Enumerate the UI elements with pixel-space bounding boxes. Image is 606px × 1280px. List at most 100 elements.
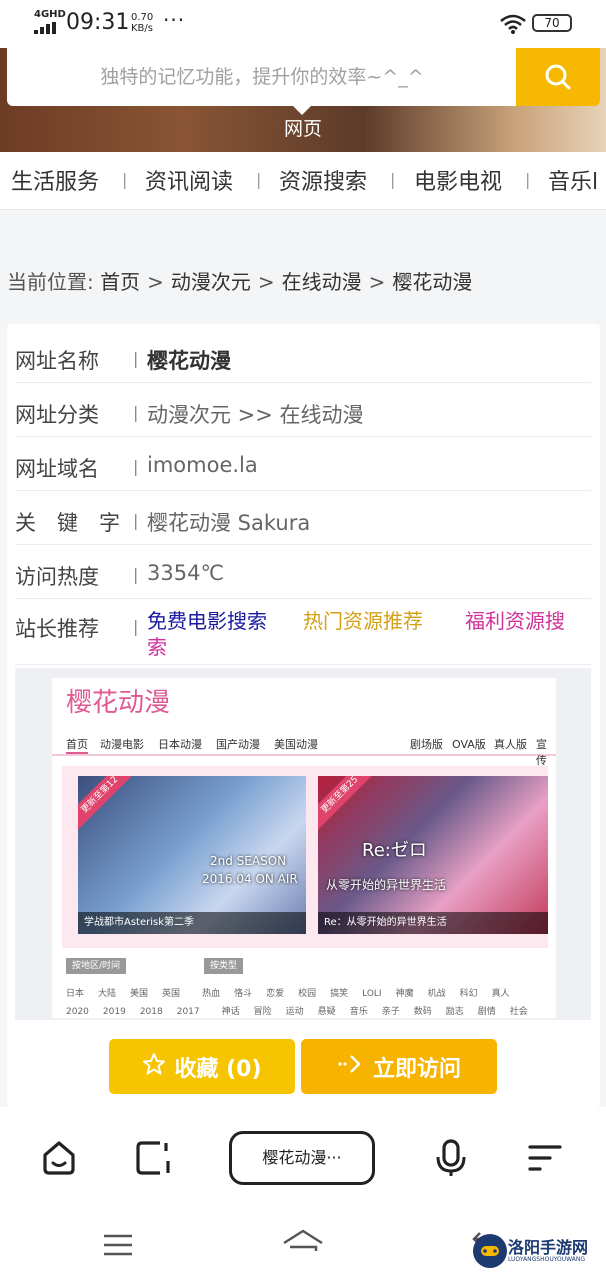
preview-grid-cell: 冒险	[253, 1007, 272, 1017]
info-row-domain: 网址域名 | imomoe.la	[15, 437, 591, 491]
recommend-link-movie-search[interactable]: 免费电影搜索	[147, 605, 267, 634]
preview-grid-cell: 剧情	[477, 1007, 496, 1017]
info-row-category: 网址分类 | 动漫次元 >> 在线动漫	[15, 383, 591, 437]
current-page-button[interactable]: 樱花动漫···	[229, 1131, 375, 1185]
status-bar: 4GHD 09:31 0.70 KB/s ··· 70	[0, 0, 606, 48]
browser-toolbar: 樱花动漫···	[0, 1107, 606, 1209]
recommend-link-hot-resources[interactable]: 热门资源推荐	[303, 605, 423, 634]
preview-grid-cell: 亲子	[381, 1007, 400, 1017]
info-row-name: 网址名称 | 樱花动漫	[15, 329, 591, 383]
row-value: 动漫次元 >> 在线动漫	[147, 403, 364, 427]
breadcrumb-prefix: 当前位置:	[7, 270, 94, 294]
row-label: 关 键 字	[15, 511, 120, 535]
preview-grid-cell: 科幻	[459, 989, 478, 999]
preview-grid-cell: 热血	[202, 989, 221, 999]
row-label: 网址名称	[15, 349, 99, 373]
preview-grid-cell: LOLI	[362, 989, 382, 999]
preview-grid-cell: 机战	[427, 989, 446, 999]
visit-button[interactable]: 立即访问	[301, 1039, 497, 1094]
preview-slide-2: 更新至第25 Re:ゼロ 从零开始的异世界生活 Re：从零开始的异世界生活	[318, 776, 548, 934]
arrow-right-icon	[337, 1052, 365, 1082]
gamepad-logo-icon	[473, 1234, 507, 1268]
preview-grid-cell: 社会	[509, 1007, 528, 1017]
favorite-button[interactable]: 收藏 (0)	[109, 1039, 295, 1094]
category-separator: |	[256, 170, 262, 189]
row-value: 3354℃	[147, 561, 225, 585]
category-resource-search[interactable]: 资源搜索	[279, 164, 367, 196]
breadcrumb-anime[interactable]: 动漫次元	[171, 270, 251, 294]
category-separator: |	[525, 170, 531, 189]
signal-icon	[34, 22, 56, 34]
row-value: imomoe.la	[147, 453, 258, 477]
preview-image: 樱花动漫 首页 动漫电影 日本动漫 国产动漫 美国动漫 剧场版 OVA版 真人版…	[52, 678, 556, 1018]
preview-grid-row: 日本 大陆 美国 英国 热血 恪斗 恋爱 校园 搞笑 LOLI 神魔 机战 科幻 真人	[66, 986, 524, 999]
preview-grid-cell: 2018	[139, 1007, 163, 1017]
row-label: 站长推荐	[15, 617, 99, 641]
category-news-reading[interactable]: 资讯阅读	[145, 164, 233, 196]
preview-slider: 更新至第12 2nd SEASON 2016.04 ON AIR 学战都市Ast…	[62, 766, 548, 948]
preview-grid-cell: 恪斗	[234, 989, 253, 999]
row-value: 樱花动漫	[147, 349, 231, 373]
recent-apps-icon[interactable]	[102, 1233, 134, 1257]
search-input[interactable]	[7, 48, 517, 106]
category-movies-tv[interactable]: 电影电视	[414, 164, 502, 196]
site-info-card: 网址名称 | 樱花动漫 网址分类 | 动漫次元 >> 在线动漫 网址域名 | i…	[7, 324, 600, 1107]
breadcrumb-home[interactable]: 首页	[100, 270, 140, 294]
preview-grid-cell: 数码	[413, 1007, 432, 1017]
preview-grid-cell: 悬疑	[317, 1007, 336, 1017]
network-type: 4GHD	[34, 9, 66, 20]
breadcrumb: 当前位置: 首页 > 动漫次元 > 在线动漫 > 樱花动漫	[7, 270, 473, 294]
row-label: 网址域名	[15, 457, 99, 481]
category-separator: |	[390, 170, 396, 189]
more-notifications-icon: ···	[163, 8, 186, 32]
recommend-link-welfare-search-cont[interactable]: 索	[147, 631, 167, 660]
favorite-label: 收藏 (0)	[174, 1056, 262, 1082]
preview-grid-cell: 神话	[221, 1007, 240, 1017]
info-row-keywords: 关 键 字 | 樱花动漫 Sakura	[15, 491, 591, 545]
visit-label: 立即访问	[372, 1056, 461, 1082]
watermark-subtext: LUOYANGSHOUYOUWANG	[508, 1256, 586, 1263]
watermark-text: 洛阳手游网	[508, 1238, 589, 1257]
site-preview: 樱花动漫 首页 动漫电影 日本动漫 国产动漫 美国动漫 剧场版 OVA版 真人版…	[15, 668, 591, 1020]
preview-grid-cell: 神魔	[395, 989, 414, 999]
preview-grid-cell: 真人	[491, 989, 510, 999]
preview-grid-cell: 美国	[130, 989, 149, 999]
tab-webpage[interactable]: 网页	[270, 114, 336, 141]
category-nav: 生活服务 | 资讯阅读 | 资源搜索 | 电影电视 | 音乐l	[0, 152, 606, 210]
star-icon	[142, 1052, 166, 1082]
row-label: 访问热度	[15, 565, 99, 589]
category-separator: |	[122, 170, 128, 189]
preview-grid-cell: 恋爱	[266, 989, 285, 999]
info-row-recommend: 站长推荐 | 免费电影搜索 热门资源推荐 福利资源搜 索	[15, 599, 591, 665]
recommend-link-welfare-search[interactable]: 福利资源搜	[465, 605, 565, 634]
wifi-icon	[500, 14, 526, 34]
home-nav-icon[interactable]	[282, 1229, 324, 1259]
preview-grid-cell: 校园	[298, 989, 317, 999]
microphone-icon[interactable]	[434, 1139, 468, 1177]
preview-title: 樱花动漫	[66, 688, 171, 718]
row-value: 樱花动漫 Sakura	[147, 511, 311, 535]
preview-grid-cell: 英国	[162, 989, 181, 999]
clock: 09:31	[66, 10, 130, 35]
preview-grid-cell: 音乐	[349, 1007, 368, 1017]
breadcrumb-current: 樱花动漫	[392, 270, 473, 294]
search-box[interactable]	[7, 48, 517, 106]
breadcrumb-online-anime[interactable]: 在线动漫	[282, 270, 362, 294]
row-label: 网址分类	[15, 403, 99, 427]
preview-grid-row: 2020 2019 2018 2017 神话 冒险 运动 悬疑 音乐 亲子 数码 励志 剧情 社会	[66, 1004, 542, 1017]
home-icon[interactable]	[40, 1139, 78, 1177]
tabs-icon[interactable]	[134, 1139, 174, 1177]
preview-grid-cell: 2017	[176, 1007, 200, 1017]
category-life-services[interactable]: 生活服务	[11, 164, 99, 196]
preview-grid-cell: 大陆	[98, 989, 117, 999]
preview-slide-1: 更新至第12 2nd SEASON 2016.04 ON AIR 学战都市Ast…	[78, 776, 306, 934]
preview-grid-cell: 励志	[445, 1007, 464, 1017]
preview-grid-cell: 日本	[66, 989, 85, 999]
preview-grid-cell: 运动	[285, 1007, 304, 1017]
search-button[interactable]	[516, 48, 600, 106]
search-icon	[545, 64, 571, 90]
category-music[interactable]: 音乐l	[548, 164, 598, 196]
preview-grid-cell: 搞笑	[330, 989, 349, 999]
battery-indicator: 70	[532, 14, 572, 32]
menu-icon[interactable]	[526, 1139, 564, 1177]
